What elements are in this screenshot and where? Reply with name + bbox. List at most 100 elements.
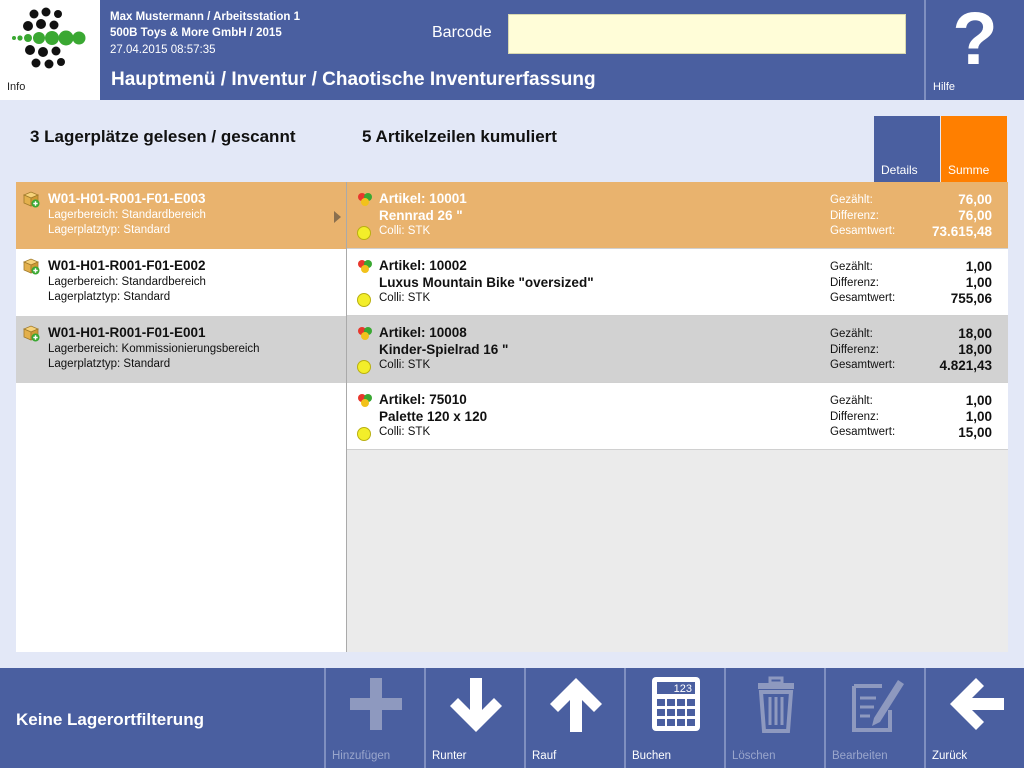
article-name: Rennrad 26 " (379, 208, 463, 223)
article-name: Luxus Mountain Bike "oversized" (379, 275, 594, 290)
article-row[interactable]: Artikel: 10002 Luxus Mountain Bike "over… (347, 249, 1008, 316)
calculator-display-text: 123 (674, 683, 692, 695)
counted-value: 18,00 (958, 326, 992, 341)
details-label: Details (881, 163, 918, 177)
locations-read-summary: 3 Lagerplätze gelesen / gescannt (30, 127, 296, 146)
down-button[interactable]: Runter (424, 668, 524, 768)
location-row[interactable]: W01-H01-R001-F01-E002 Lagerbereich: Stan… (16, 249, 346, 316)
edit-button[interactable]: Bearbeiten (824, 668, 924, 768)
calculator-icon: 123 (652, 677, 700, 731)
article-row[interactable]: Artikel: 10001 Rennrad 26 " Colli: STK G… (347, 182, 1008, 249)
total-value: 4.821,43 (939, 358, 992, 373)
status-dot-icon (357, 360, 371, 374)
counted-label: Gezählt: (830, 328, 873, 340)
summe-view-button[interactable]: Summe (941, 116, 1007, 182)
status-dot-icon (357, 293, 371, 307)
location-type: Lagerplatztyp: Standard (48, 224, 171, 236)
back-label: Zurück (932, 750, 968, 762)
question-mark-icon: ? (952, 0, 998, 80)
up-label: Rauf (532, 750, 557, 762)
location-list: W01-H01-R001-F01-E003 Lagerbereich: Stan… (16, 182, 346, 652)
book-label: Buchen (632, 750, 672, 762)
article-list: Artikel: 10001 Rennrad 26 " Colli: STK G… (347, 182, 1008, 652)
total-label: Gesamtwert: (830, 292, 896, 304)
article-number: Artikel: 10001 (379, 191, 467, 206)
arrow-down-icon (450, 678, 502, 732)
company-year-text: 500B Toys & More GmbH / 2015 (110, 27, 282, 39)
delete-label: Löschen (732, 750, 776, 762)
arrow-left-icon (950, 678, 1004, 730)
barcode-input[interactable] (508, 14, 906, 54)
article-gems-icon (358, 260, 372, 273)
info-button[interactable]: Info (0, 0, 100, 100)
status-dot-icon (357, 427, 371, 441)
article-colli: Colli: STK (379, 292, 431, 304)
difference-value: 76,00 (958, 208, 992, 223)
total-value: 15,00 (958, 425, 992, 440)
article-colli: Colli: STK (379, 359, 431, 371)
barcode-label: Barcode (432, 24, 492, 41)
add-button[interactable]: Hinzufügen (324, 668, 424, 768)
article-lines-summary: 5 Artikelzeilen kumuliert (362, 127, 557, 146)
book-button[interactable]: 123 Buchen (624, 668, 724, 768)
status-dot-icon (357, 226, 371, 240)
back-button[interactable]: Zurück (924, 668, 1024, 768)
counted-value: 1,00 (965, 393, 992, 408)
article-number: Artikel: 75010 (379, 392, 467, 407)
bottom-toolbar: Keine Lagerortfilterung Hinzufügen Runte… (0, 668, 1024, 768)
user-workstation-text: Max Mustermann / Arbeitsstation 1 (110, 11, 301, 23)
down-label: Runter (432, 750, 467, 762)
counted-label: Gezählt: (830, 261, 873, 273)
trash-icon (758, 676, 794, 733)
delete-button[interactable]: Löschen (724, 668, 824, 768)
difference-value: 18,00 (958, 342, 992, 357)
info-label: Info (7, 81, 26, 93)
help-button[interactable]: ? Hilfe (924, 0, 1024, 100)
location-code: W01-H01-R001-F01-E001 (48, 325, 206, 340)
counted-value: 1,00 (965, 259, 992, 274)
difference-value: 1,00 (965, 275, 992, 290)
difference-label: Differenz: (830, 344, 880, 356)
box-add-icon (22, 258, 40, 275)
counted-value: 76,00 (958, 192, 992, 207)
article-name: Palette 120 x 120 (379, 409, 488, 424)
details-view-button[interactable]: Details (874, 116, 940, 182)
article-gems-icon (358, 327, 372, 340)
article-row[interactable]: Artikel: 10008 Kinder-Spielrad 16 " Coll… (347, 316, 1008, 383)
total-label: Gesamtwert: (830, 426, 896, 438)
article-colli: Colli: STK (379, 225, 431, 237)
location-type: Lagerplatztyp: Standard (48, 358, 171, 370)
article-gems-icon (358, 193, 372, 206)
total-value: 73.615,48 (931, 224, 992, 239)
edit-document-icon (852, 680, 904, 732)
help-label: Hilfe (933, 81, 956, 93)
location-filter-status: Keine Lagerortfilterung (16, 710, 204, 729)
counted-label: Gezählt: (830, 194, 873, 206)
difference-label: Differenz: (830, 210, 880, 222)
difference-value: 1,00 (965, 409, 992, 424)
edit-label: Bearbeiten (832, 750, 888, 762)
total-label: Gesamtwert: (830, 359, 896, 371)
header-bar: Info Max Mustermann / Arbeitsstation 1 5… (0, 0, 1024, 100)
add-label: Hinzufügen (332, 750, 391, 762)
box-add-icon (22, 191, 40, 208)
summe-label: Summe (948, 163, 990, 177)
location-code: W01-H01-R001-F01-E002 (48, 258, 206, 273)
article-gems-icon (358, 394, 372, 407)
article-name: Kinder-Spielrad 16 " (379, 342, 509, 357)
location-row[interactable]: W01-H01-R001-F01-E001 Lagerbereich: Komm… (16, 316, 346, 383)
total-value: 755,06 (950, 291, 992, 306)
datetime-text: 27.04.2015 08:57:35 (110, 44, 216, 56)
breadcrumb: Hauptmenü / Inventur / Chaotische Invent… (111, 69, 596, 90)
up-button[interactable]: Rauf (524, 668, 624, 768)
location-code: W01-H01-R001-F01-E003 (48, 191, 206, 206)
difference-label: Differenz: (830, 277, 880, 289)
location-area: Lagerbereich: Standardbereich (48, 209, 206, 221)
location-area: Lagerbereich: Kommissionierungsbereich (48, 343, 260, 355)
article-row[interactable]: Artikel: 75010 Palette 120 x 120 Colli: … (347, 383, 1008, 450)
article-colli: Colli: STK (379, 426, 431, 438)
selected-arrow-icon (334, 211, 341, 223)
arrow-up-icon (550, 678, 602, 732)
location-row[interactable]: W01-H01-R001-F01-E003 Lagerbereich: Stan… (16, 182, 346, 249)
box-add-icon (22, 325, 40, 342)
